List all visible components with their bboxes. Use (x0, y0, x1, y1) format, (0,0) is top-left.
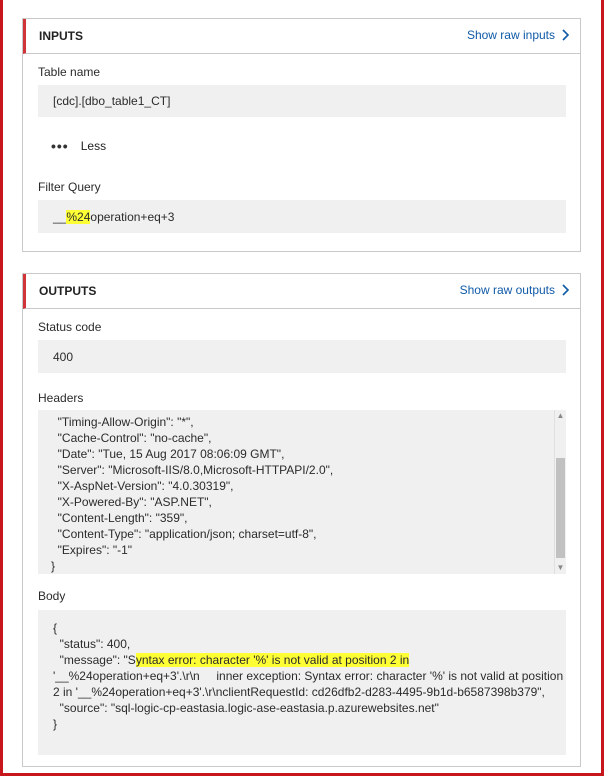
header-line: "Date": "Tue, 15 Aug 2017 08:06:09 GMT", (51, 447, 285, 461)
less-toggle[interactable]: ••• Less (51, 138, 106, 154)
status-code-value: 400 (53, 349, 74, 364)
scrollbar-thumb[interactable] (556, 458, 565, 558)
body-message-rest: '__%24operation+eq+3'.\r\n inner excepti… (53, 669, 567, 699)
filter-query-field: __ %24 operation+eq+3 (38, 200, 566, 233)
table-name-field: [cdc].[dbo_table1_CT] (38, 85, 566, 117)
body-message-prefix: "message": "S (53, 653, 136, 667)
header-line: "X-AspNet-Version": "4.0.30319", (51, 479, 234, 493)
inputs-card: INPUTS Show raw inputs Table name [cdc].… (22, 18, 581, 252)
status-code-label: Status code (38, 320, 102, 334)
less-label: Less (80, 139, 107, 153)
window-frame-left (0, 0, 3, 776)
scroll-down-icon[interactable]: ▼ (555, 562, 566, 574)
body-open-brace: { (53, 621, 58, 635)
header-line: "Content-Type": "application/json; chars… (51, 527, 317, 541)
header-line: "Expires": "-1" (51, 543, 133, 557)
header-line: "X-Powered-By": "ASP.NET", (51, 495, 212, 509)
body-status-line: "status": 400, (53, 637, 131, 651)
filter-query-suffix: operation+eq+3 (90, 209, 175, 224)
outputs-title: OUTPUTS (39, 284, 97, 298)
table-name-label: Table name (38, 65, 101, 79)
status-code-field: 400 (38, 340, 566, 373)
show-raw-inputs-label: Show raw inputs (466, 28, 555, 42)
inputs-title: INPUTS (39, 29, 84, 43)
body-box: { "status": 400, "message": "Syntax erro… (38, 610, 566, 755)
body-message-highlight: yntax error: character '%' is not valid … (135, 653, 410, 667)
scroll-up-icon[interactable]: ▲ (555, 410, 566, 422)
ellipsis-icon: ••• (51, 138, 69, 154)
filter-query-highlight: %24 (66, 209, 91, 224)
show-raw-outputs-label: Show raw outputs (459, 283, 555, 297)
headers-scrollbar[interactable]: ▲ ▼ (554, 410, 566, 574)
header-line: "Timing-Allow-Origin": "*", (51, 415, 194, 429)
chevron-right-icon (562, 29, 570, 41)
header-line: "Content-Length": "359", (51, 511, 188, 525)
headers-content: "Timing-Allow-Origin": "*", "Cache-Contr… (51, 414, 333, 574)
header-line: } (51, 559, 56, 573)
header-line: "Server": "Microsoft-IIS/8.0,Microsoft-H… (51, 463, 334, 477)
chevron-right-icon (562, 284, 570, 296)
body-message: "message": "Syntax error: character '%' … (53, 652, 566, 700)
outputs-header: OUTPUTS Show raw outputs (23, 274, 580, 309)
table-name-value: [cdc].[dbo_table1_CT] (53, 94, 171, 108)
body-label: Body (38, 589, 66, 603)
headers-label: Headers (38, 391, 84, 405)
show-raw-outputs-link[interactable]: Show raw outputs (460, 283, 570, 297)
body-close-brace: } (53, 717, 58, 731)
filter-query-prefix: __ (53, 209, 67, 224)
outputs-card: OUTPUTS Show raw outputs Status code 400… (22, 273, 581, 767)
show-raw-inputs-link[interactable]: Show raw inputs (467, 28, 570, 42)
body-source-line: "source": "sql-logic-cp-eastasia.logic-a… (53, 701, 439, 715)
inputs-header: INPUTS Show raw inputs (23, 19, 580, 54)
header-line: "Cache-Control": "no-cache", (51, 431, 212, 445)
filter-query-label: Filter Query (38, 180, 101, 194)
headers-box[interactable]: "Timing-Allow-Origin": "*", "Cache-Contr… (38, 410, 566, 574)
